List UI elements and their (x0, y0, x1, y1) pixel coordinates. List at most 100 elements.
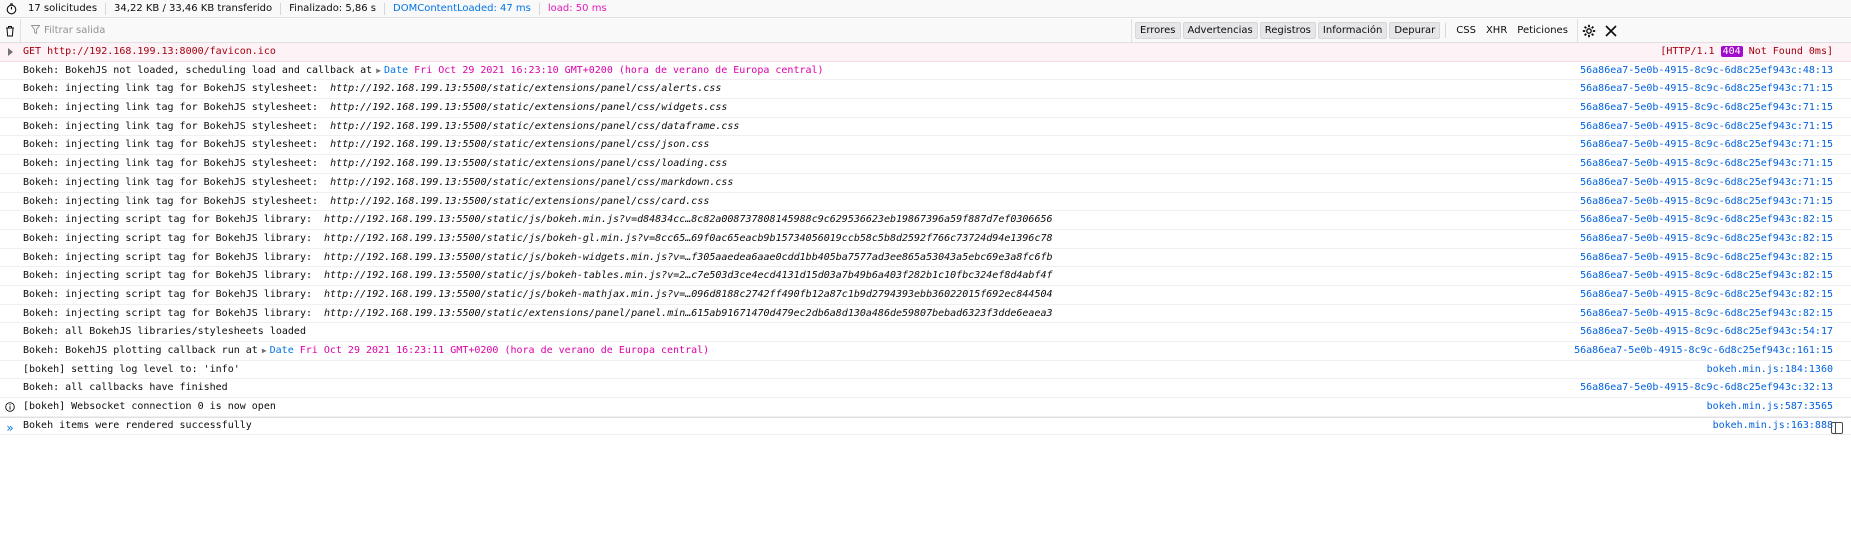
log-message-row: Bokeh: injecting script tag for BokehJS … (0, 267, 1851, 286)
row-gutter (0, 99, 20, 117)
log-message-row: Bokeh: injecting script tag for BokehJS … (0, 305, 1851, 324)
source-location-link[interactable]: 56a86ea7-5e0b-4915-8c9c-6d8c25ef943c:71:… (1580, 80, 1833, 98)
source-location-link[interactable]: 56a86ea7-5e0b-4915-8c9c-6d8c25ef943c:71:… (1580, 118, 1833, 136)
log-message-row: Bokeh: BokehJS plotting callback run at ▶… (0, 342, 1851, 361)
row-gutter (0, 379, 20, 397)
row-gutter (0, 305, 20, 323)
source-location-link[interactable]: 56a86ea7-5e0b-4915-8c9c-6d8c25ef943c:82:… (1580, 267, 1833, 285)
log-message-row: Bokeh: injecting link tag for BokehJS st… (0, 99, 1851, 118)
log-message-text: Bokeh: all callbacks have finished (23, 382, 228, 394)
filter-errors-button[interactable]: Errores (1135, 22, 1181, 39)
expand-object-icon[interactable]: ▶ (376, 66, 381, 75)
resource-url: http://192.168.199.13:5500/static/extens… (330, 120, 740, 132)
transferred-size: 34,22 KB / 33,46 KB transferido (106, 2, 282, 15)
log-message-text: Bokeh: BokehJS not loaded, scheduling lo… (23, 64, 373, 76)
filter-logs-button[interactable]: Registros (1259, 22, 1316, 39)
log-message-text: Bokeh: injecting link tag for BokehJS st… (23, 158, 319, 170)
status-code-badge: 404 (1720, 46, 1743, 57)
log-message-text: [bokeh] setting log level to: 'info' (23, 363, 240, 375)
log-message-text: Bokeh: BokehJS plotting callback run at (23, 345, 258, 356)
row-gutter (0, 249, 20, 267)
prompt-chevron-icon: » (6, 421, 14, 435)
http-status: [HTTP/1.1 404 Not Found 0ms] (1660, 46, 1833, 57)
resource-url: http://192.168.199.13:5500/static/extens… (330, 102, 728, 114)
request-url[interactable]: http://192.168.199.13:8000/favicon.ico (47, 46, 276, 57)
resource-url: http://192.168.199.13:5500/static/extens… (330, 176, 734, 188)
log-message-text: Bokeh: injecting script tag for BokehJS … (23, 232, 312, 244)
source-location-link[interactable]: 56a86ea7-5e0b-4915-8c9c-6d8c25ef943c:161… (1574, 342, 1833, 360)
finished-time: Finalizado: 5,86 s (281, 2, 386, 15)
row-gutter (0, 342, 20, 360)
resource-url: http://192.168.199.13:5500/static/extens… (324, 307, 1053, 319)
expand-arrow-icon[interactable] (0, 43, 20, 61)
source-location-link[interactable]: 56a86ea7-5e0b-4915-8c9c-6d8c25ef943c:82:… (1580, 230, 1833, 248)
source-location-link[interactable]: 56a86ea7-5e0b-4915-8c9c-6d8c25ef943c:71:… (1580, 136, 1833, 154)
log-message-text: Bokeh: injecting script tag for BokehJS … (23, 288, 312, 300)
resource-url: http://192.168.199.13:5500/static/js/bok… (324, 232, 1053, 244)
log-message-text: Bokeh: injecting script tag for BokehJS … (23, 214, 312, 226)
stopwatch-icon (2, 0, 20, 17)
resource-url: http://192.168.199.13:5500/static/extens… (330, 195, 710, 207)
source-location-link[interactable]: 56a86ea7-5e0b-4915-8c9c-6d8c25ef943c:71:… (1580, 155, 1833, 173)
source-location-link[interactable]: 56a86ea7-5e0b-4915-8c9c-6d8c25ef943c:71:… (1580, 99, 1833, 117)
log-message-text: Bokeh: injecting link tag for BokehJS st… (23, 139, 319, 151)
filter-warnings-button[interactable]: Advertencias (1182, 22, 1258, 39)
source-location-link[interactable]: bokeh.min.js:587:3565 (1707, 398, 1833, 416)
row-gutter (0, 62, 20, 80)
source-location-link[interactable]: 56a86ea7-5e0b-4915-8c9c-6d8c25ef943c:82:… (1580, 249, 1833, 267)
source-location-link[interactable]: 56a86ea7-5e0b-4915-8c9c-6d8c25ef943c:82:… (1580, 286, 1833, 304)
source-location-link[interactable]: bokeh.min.js:184:1360 (1707, 361, 1833, 379)
log-message-text: Bokeh: injecting link tag for BokehJS st… (23, 195, 319, 207)
filter-debug-button[interactable]: Depurar (1389, 22, 1441, 39)
row-gutter (0, 230, 20, 248)
log-message-row: Bokeh: injecting link tag for BokehJS st… (0, 193, 1851, 212)
expand-object-icon[interactable]: ▶ (262, 346, 267, 355)
date-object-label[interactable]: Date (270, 345, 294, 356)
console-output: GET http://192.168.199.13:8000/favicon.i… (0, 43, 1851, 436)
console-input-line: » (0, 417, 1851, 438)
row-gutter (0, 267, 20, 285)
log-message-text: Bokeh: injecting link tag for BokehJS st… (23, 120, 319, 132)
filter-css-button[interactable]: CSS (1451, 23, 1481, 38)
trash-icon[interactable] (0, 19, 21, 42)
source-location-link[interactable]: 56a86ea7-5e0b-4915-8c9c-6d8c25ef943c:32:… (1580, 379, 1833, 397)
network-error-row[interactable]: GET http://192.168.199.13:8000/favicon.i… (0, 43, 1851, 62)
source-location-link[interactable]: 56a86ea7-5e0b-4915-8c9c-6d8c25ef943c:48:… (1580, 62, 1833, 80)
log-message-text: Bokeh: injecting link tag for BokehJS st… (23, 83, 319, 95)
filter-icon (30, 24, 41, 37)
date-object-label[interactable]: Date (384, 65, 408, 76)
log-message-text: [bokeh] Websocket connection 0 is now op… (23, 401, 276, 413)
log-message-row: Bokeh: injecting script tag for BokehJS … (0, 286, 1851, 305)
log-message-text: Bokeh: injecting link tag for BokehJS st… (23, 102, 319, 114)
filter-info-button[interactable]: Información (1317, 22, 1388, 39)
log-message-text: Bokeh: injecting script tag for BokehJS … (23, 251, 312, 263)
gear-icon[interactable] (1576, 19, 1600, 42)
log-message-row: Bokeh: injecting link tag for BokehJS st… (0, 155, 1851, 174)
log-message-text: Bokeh: all BokehJS libraries/stylesheets… (23, 326, 306, 338)
row-gutter (0, 174, 20, 192)
source-location-link[interactable]: 56a86ea7-5e0b-4915-8c9c-6d8c25ef943c:54:… (1580, 323, 1833, 341)
source-location-link[interactable]: 56a86ea7-5e0b-4915-8c9c-6d8c25ef943c:82:… (1580, 305, 1833, 323)
log-message-row: Bokeh: injecting script tag for BokehJS … (0, 211, 1851, 230)
console-input[interactable] (20, 421, 1851, 435)
log-message-row: Bokeh: all BokehJS libraries/stylesheets… (0, 323, 1851, 342)
filter-requests-button[interactable]: Peticiones (1512, 23, 1573, 38)
log-message-row: [bokeh] Websocket connection 0 is now op… (0, 398, 1851, 417)
row-gutter (0, 193, 20, 211)
log-message-row: Bokeh: injecting link tag for BokehJS st… (0, 136, 1851, 156)
resource-url: http://192.168.199.13:5500/static/extens… (330, 158, 728, 170)
source-location-link[interactable]: 56a86ea7-5e0b-4915-8c9c-6d8c25ef943c:71:… (1580, 193, 1833, 211)
log-message-row: Bokeh: injecting link tag for BokehJS st… (0, 174, 1851, 193)
source-location-link[interactable]: 56a86ea7-5e0b-4915-8c9c-6d8c25ef943c:71:… (1580, 174, 1833, 192)
row-gutter (0, 155, 20, 173)
filter-input[interactable] (40, 25, 944, 36)
requests-count: 17 solicitudes (20, 2, 107, 15)
log-rows: Bokeh: BokehJS not loaded, scheduling lo… (0, 62, 1851, 436)
split-console-icon[interactable] (1831, 422, 1843, 434)
close-icon[interactable] (1600, 19, 1622, 42)
row-gutter (0, 211, 20, 229)
source-location-link[interactable]: 56a86ea7-5e0b-4915-8c9c-6d8c25ef943c:82:… (1580, 211, 1833, 229)
date-object-value: Fri Oct 29 2021 16:23:11 GMT+0200 (hora … (299, 345, 710, 356)
log-message-text: Bokeh: injecting script tag for BokehJS … (23, 270, 312, 282)
filter-xhr-button[interactable]: XHR (1481, 23, 1512, 38)
